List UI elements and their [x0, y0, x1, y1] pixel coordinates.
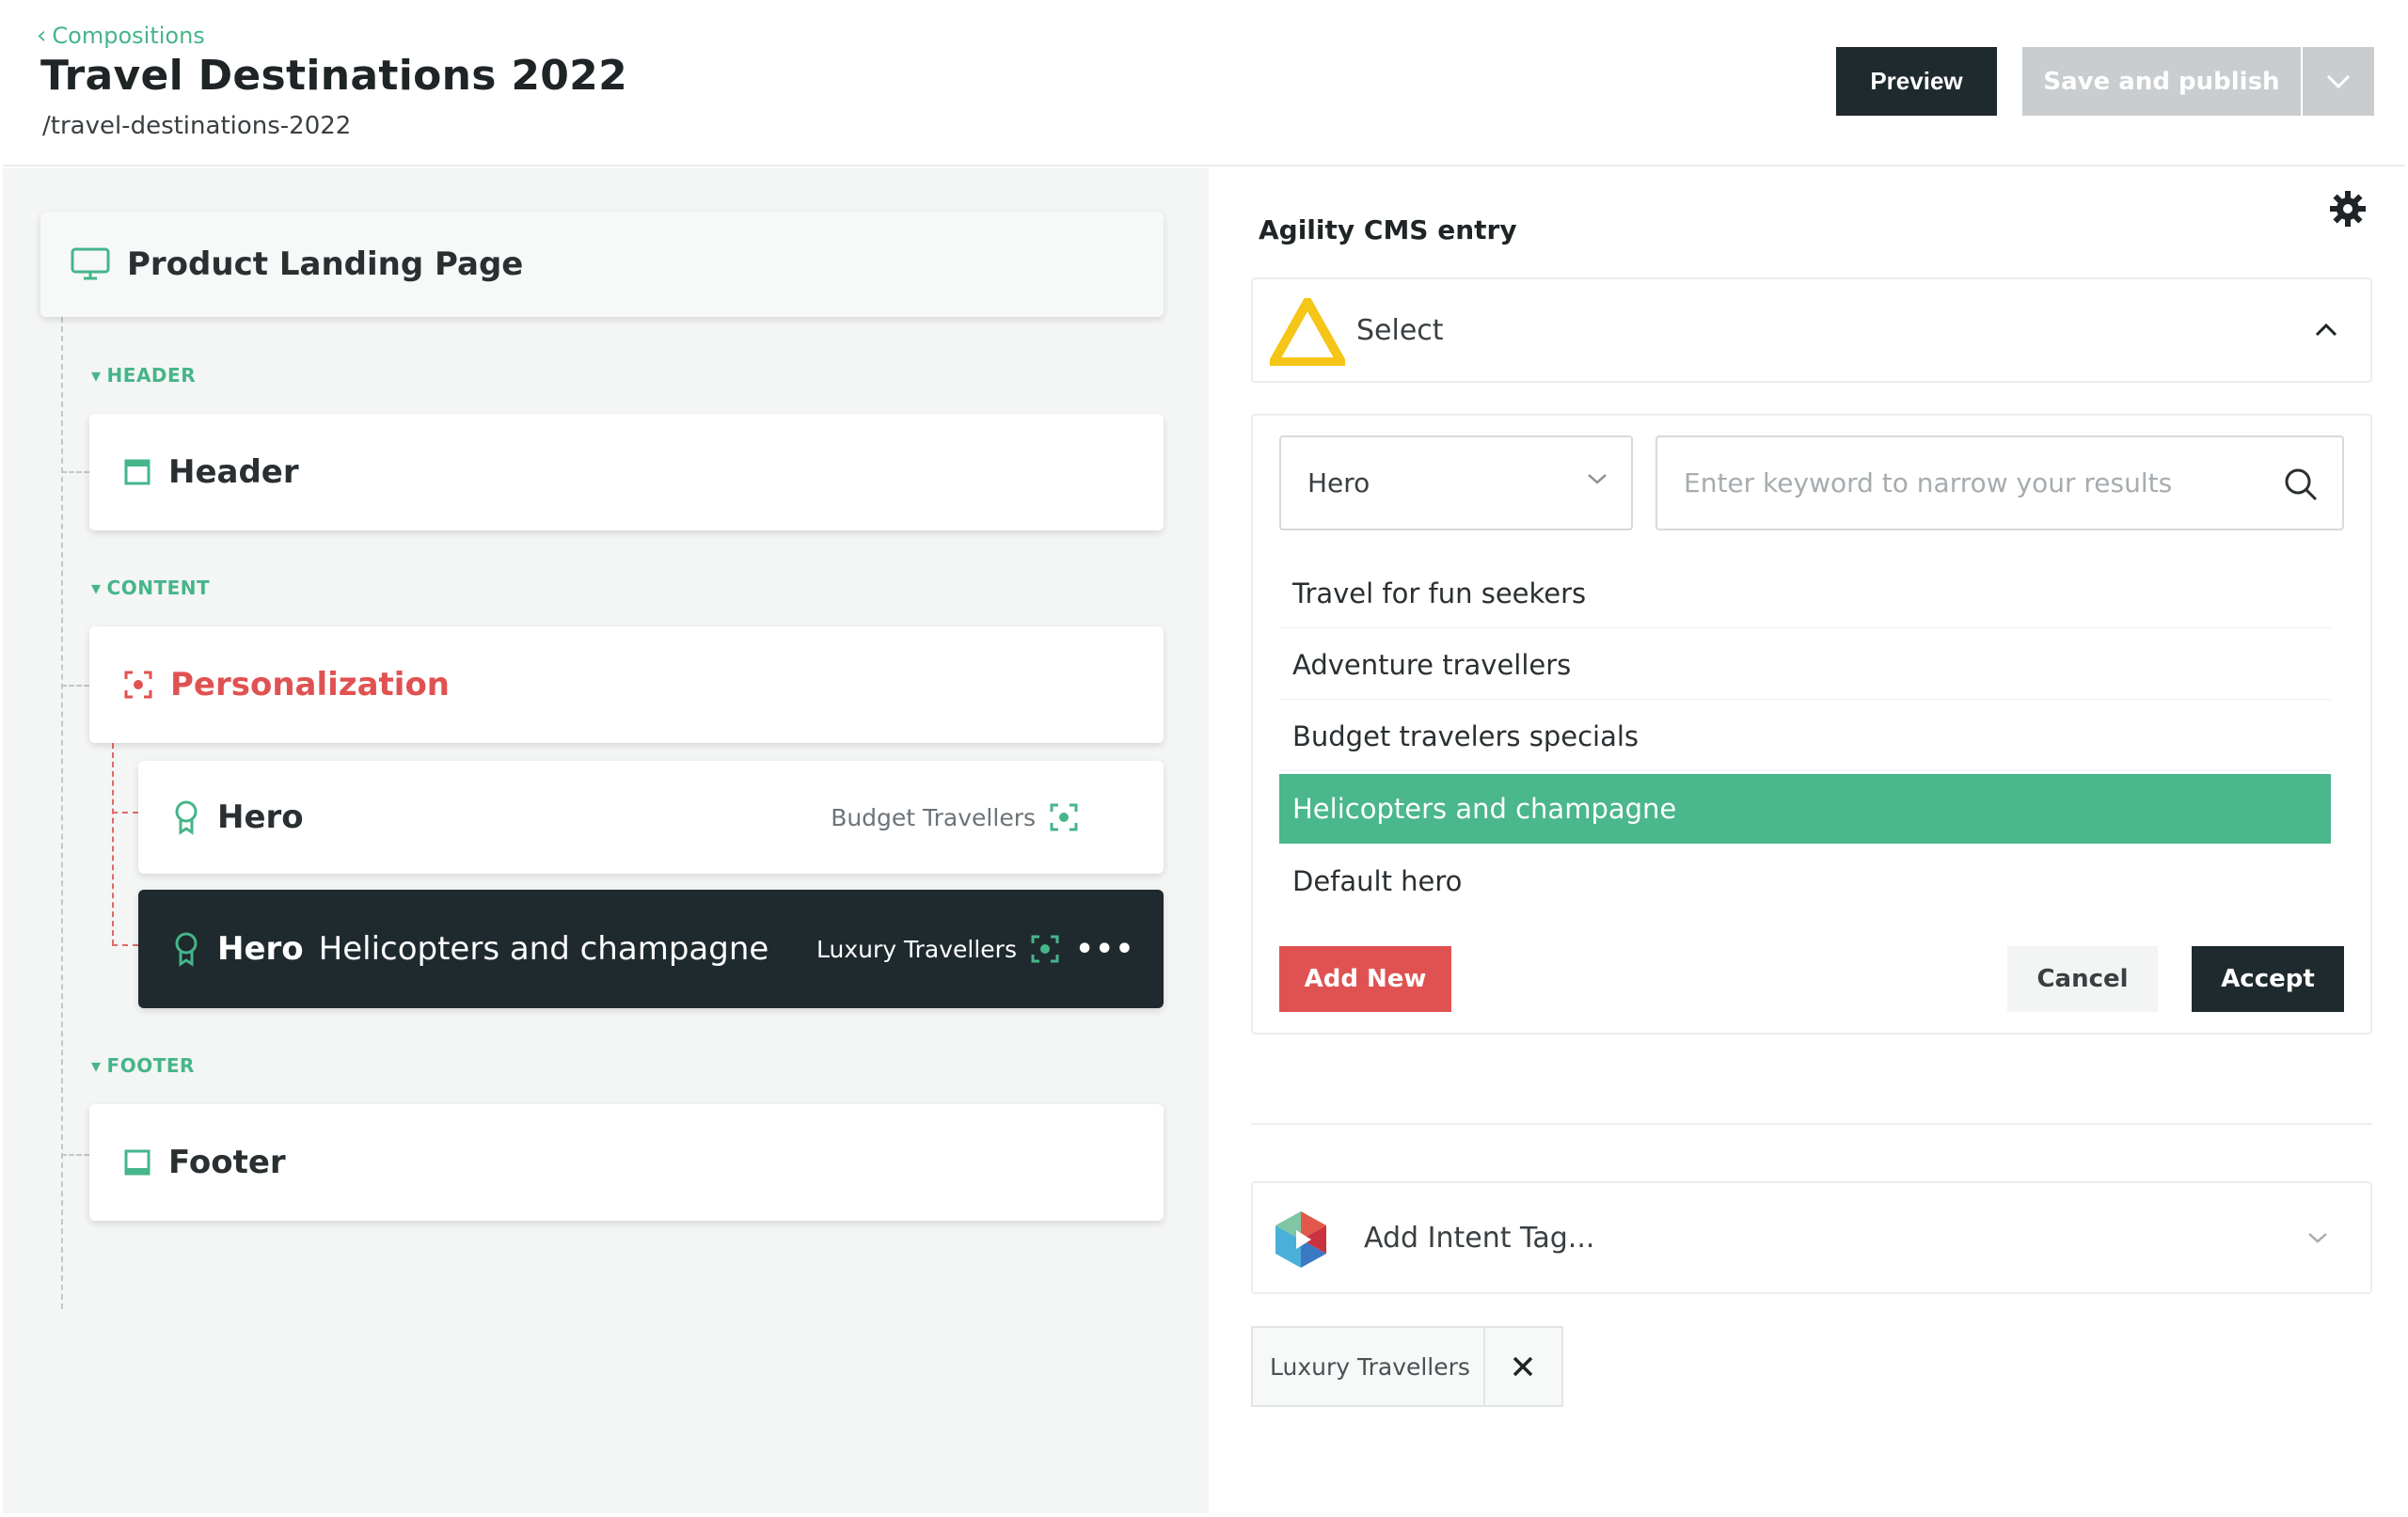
panel-title: Agility CMS entry — [1259, 214, 1517, 245]
close-icon — [1513, 1356, 1533, 1377]
monitor-icon — [71, 247, 110, 280]
entry-select-label: Select — [1356, 313, 1444, 347]
header-module-label: Header — [168, 453, 299, 491]
header-module-card[interactable]: Header — [89, 414, 1164, 530]
intent-tag-chip-label: Luxury Travellers — [1253, 1328, 1485, 1405]
more-options-button[interactable]: ••• — [1075, 933, 1135, 966]
hero-variant-label: Hero — [217, 930, 304, 968]
settings-button[interactable] — [2329, 190, 2367, 231]
chevron-up-icon — [2315, 323, 2337, 337]
chevron-left-icon: ‹ — [37, 22, 47, 50]
cancel-button[interactable]: Cancel — [2007, 946, 2158, 1012]
preview-button[interactable]: Preview — [1836, 47, 1997, 116]
remove-tag-button[interactable] — [1485, 1354, 1561, 1379]
footer-module-label: Footer — [168, 1144, 286, 1181]
section-header-label: HEADER — [106, 364, 197, 387]
personalization-target-icon — [1050, 803, 1078, 831]
section-footer-label: FOOTER — [106, 1054, 195, 1077]
header-block-icon — [124, 459, 150, 485]
section-content-toggle[interactable]: ▾ CONTENT — [91, 577, 210, 599]
save-options-dropdown[interactable] — [2303, 47, 2374, 116]
intent-tag-chip: Luxury Travellers — [1251, 1326, 1563, 1407]
breadcrumb-label[interactable]: Compositions — [52, 23, 204, 49]
segment-tag-label: Budget Travellers — [831, 803, 1036, 831]
tree-connector — [61, 317, 63, 1309]
chevron-down-icon: ▾ — [91, 1054, 102, 1077]
accept-button[interactable]: Accept — [2192, 946, 2344, 1012]
entry-option[interactable]: Adventure travellers — [1279, 630, 2331, 700]
divider — [1251, 1123, 2372, 1125]
composition-tree-pane: Product Landing Page ▾ HEADER Header ▾ C… — [3, 168, 1209, 1513]
tree-connector — [112, 743, 114, 945]
personalization-target-icon — [1031, 935, 1059, 963]
tree-connector — [61, 1154, 89, 1156]
personalization-target-icon — [124, 671, 152, 699]
search-input[interactable] — [1684, 467, 2248, 498]
entry-option[interactable]: Budget travelers specials — [1279, 702, 2331, 771]
intent-tag-placeholder: Add Intent Tag... — [1364, 1221, 1595, 1255]
segment-tag-label: Luxury Travellers — [816, 935, 1017, 963]
footer-module-card[interactable]: Footer — [89, 1104, 1164, 1221]
chevron-down-icon: ▾ — [91, 577, 102, 599]
hero-variant-name: Helicopters and champagne — [318, 930, 769, 968]
section-header-toggle[interactable]: ▾ HEADER — [91, 364, 196, 387]
chevron-down-icon — [1588, 474, 1607, 484]
add-new-button[interactable]: Add New — [1279, 946, 1451, 1012]
page-template-label: Product Landing Page — [127, 245, 524, 283]
page-title: Travel Destinations 2022 — [40, 52, 628, 100]
hero-variant-card[interactable]: Hero Budget Travellers — [138, 761, 1164, 874]
personalization-label: Personalization — [170, 666, 451, 703]
tree-connector — [61, 685, 89, 687]
segment-tag: Luxury Travellers — [816, 934, 1060, 964]
chevron-down-icon — [2326, 74, 2351, 88]
content-type-dropdown[interactable]: Hero — [1279, 435, 1633, 530]
hero-variant-label: Hero — [217, 798, 304, 836]
section-content-label: CONTENT — [106, 577, 211, 599]
hero-variant-card-selected[interactable]: Hero Helicopters and champagne Luxury Tr… — [138, 890, 1164, 1008]
footer-block-icon — [124, 1149, 150, 1176]
badge-icon — [175, 800, 198, 835]
breadcrumb[interactable]: ‹ Compositions — [37, 22, 205, 50]
entry-option[interactable]: Default hero — [1279, 846, 2331, 916]
chevron-down-icon: ▾ — [91, 364, 102, 387]
entry-option[interactable]: Travel for fun seekers — [1279, 559, 2331, 628]
search-field[interactable] — [1656, 435, 2344, 530]
intent-tag-select[interactable]: Add Intent Tag... — [1251, 1181, 2372, 1294]
page-slug: /travel-destinations-2022 — [42, 112, 352, 140]
segment-tag: Budget Travellers — [831, 802, 1079, 832]
tree-connector — [61, 471, 89, 473]
tree-connector — [112, 944, 138, 946]
tree-connector — [112, 812, 138, 814]
entry-option-selected[interactable]: Helicopters and champagne — [1279, 774, 2331, 844]
content-type-value: Hero — [1307, 467, 1370, 498]
search-icon[interactable] — [2282, 466, 2320, 503]
entry-select-toggle[interactable]: Select — [1251, 277, 2372, 383]
agility-logo-icon — [1270, 298, 1345, 366]
badge-icon — [175, 932, 198, 967]
save-and-publish-button[interactable]: Save and publish — [2022, 47, 2301, 116]
personalization-card[interactable]: Personalization — [89, 626, 1164, 743]
section-footer-toggle[interactable]: ▾ FOOTER — [91, 1054, 195, 1077]
gear-icon — [2330, 191, 2366, 227]
intent-logo-icon — [1275, 1211, 1326, 1268]
page-template-card[interactable]: Product Landing Page — [40, 212, 1164, 317]
chevron-down-icon — [2308, 1233, 2327, 1243]
